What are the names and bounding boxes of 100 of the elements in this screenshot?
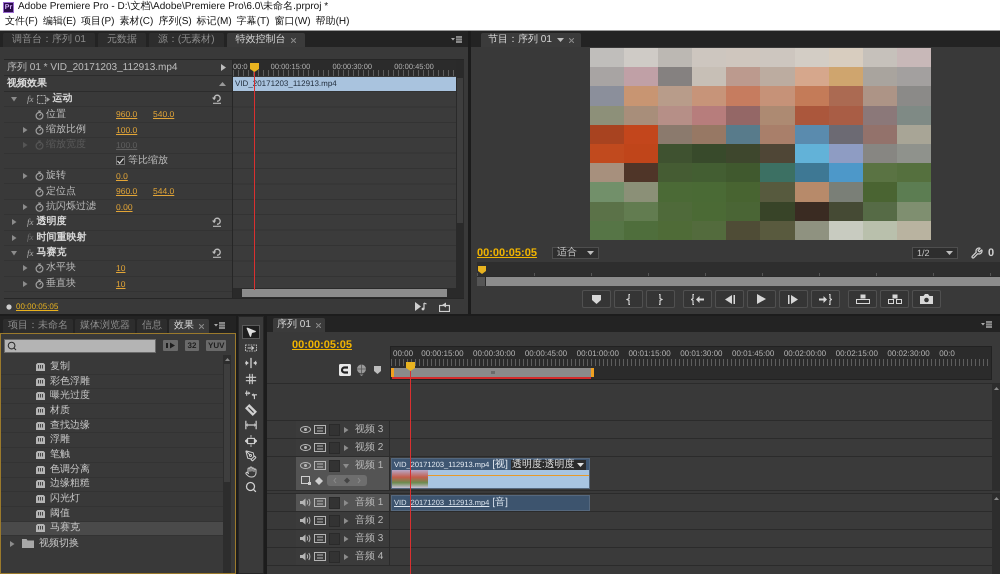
close-icon[interactable] [316, 322, 321, 328]
tool-button[interactable] [242, 402, 260, 416]
parameter-value[interactable]: 960.0 [116, 110, 138, 119]
go-to-in-button[interactable] [683, 290, 712, 308]
vertical-scrollbar[interactable] [992, 384, 1000, 491]
play-button[interactable] [747, 290, 776, 308]
caret-icon[interactable] [576, 462, 584, 466]
effect-list-item[interactable]: 浮雕 [1, 433, 223, 448]
menu-item[interactable]: 窗口(W) [274, 17, 311, 27]
panel-menu-icon[interactable] [451, 36, 462, 43]
parameter-value[interactable]: 544.0 [153, 187, 174, 196]
stopwatch-icon[interactable] [35, 263, 44, 274]
caret-icon[interactable] [586, 251, 594, 255]
triangle-toggle-icon[interactable] [221, 64, 226, 71]
disclosure-triangle-icon[interactable] [343, 518, 349, 524]
timecode[interactable]: 00:00:05:05 [477, 248, 537, 258]
panel-menu-icon[interactable] [214, 322, 225, 329]
close-icon[interactable] [568, 38, 574, 42]
scroll-up-arrow-icon[interactable] [224, 358, 230, 361]
caret-icon[interactable] [556, 38, 564, 42]
timecode[interactable]: 00:00:05:05 [292, 340, 390, 351]
vertical-scrollbar[interactable] [223, 355, 231, 573]
parameter-value[interactable]: 10 [116, 280, 126, 288]
effect-list-item[interactable]: 查找边缘 [1, 418, 223, 434]
menu-item[interactable]: 帮助(H) [316, 17, 350, 27]
keyframe-icon[interactable] [315, 476, 323, 484]
marker-icon[interactable] [374, 366, 381, 374]
step-forward-button[interactable] [779, 290, 808, 308]
eye-icon[interactable] [300, 444, 311, 451]
menu-item[interactable]: 编辑(E) [42, 17, 76, 27]
speaker-icon[interactable] [300, 552, 311, 561]
panel-menu-icon[interactable] [981, 321, 992, 328]
menu-item[interactable]: 标记(M) [196, 17, 232, 27]
stopwatch-icon[interactable] [35, 171, 44, 182]
parameter-value[interactable]: 100.0 [116, 126, 138, 134]
effect-list-item[interactable]: 闪光灯 [1, 492, 223, 507]
step-back-button[interactable] [715, 290, 744, 308]
playhead[interactable] [478, 266, 486, 274]
export-frame-button[interactable] [912, 290, 941, 308]
fx-toggle[interactable]: fx [27, 94, 34, 104]
display-style-icon[interactable] [301, 476, 311, 485]
checkbox[interactable] [116, 156, 125, 166]
effect-list-item[interactable]: 复制 [1, 360, 223, 375]
horizontal-scrollbar[interactable] [233, 288, 456, 298]
mark-out-button[interactable] [646, 290, 675, 308]
timecode[interactable]: 00:00:05:05 [16, 302, 58, 310]
effect-list-item[interactable]: 边缘粗糙 [1, 478, 223, 492]
play-audio-icon[interactable] [415, 302, 427, 311]
collapse-arrow-icon[interactable] [219, 82, 226, 86]
parameter-value[interactable]: 0.0 [116, 172, 128, 180]
speaker-icon[interactable] [300, 498, 311, 507]
panel-tab[interactable]: 媒体浏览器 [75, 319, 135, 333]
fx-toggle[interactable]: fx [27, 218, 34, 227]
filmstrip-icon[interactable] [314, 461, 326, 470]
disclosure-triangle-icon[interactable] [343, 554, 349, 560]
eye-icon[interactable] [300, 462, 311, 469]
menu-item[interactable]: 文件(F) [5, 17, 38, 27]
effect-list-item[interactable]: 色调分离 [1, 462, 223, 478]
filmstrip-icon[interactable] [314, 552, 326, 561]
reset-icon[interactable] [212, 217, 222, 228]
export-icon[interactable] [439, 302, 450, 312]
menu-item[interactable]: 素材(C) [119, 17, 154, 27]
globe-icon[interactable] [356, 364, 367, 376]
speaker-icon[interactable] [300, 534, 311, 543]
tool-button[interactable] [242, 434, 260, 448]
property-dropdown[interactable]: 透明度:透明度 [510, 460, 586, 470]
panel-tab[interactable]: 源：(无素材) [148, 33, 224, 47]
stopwatch-icon[interactable] [35, 202, 44, 212]
stopwatch-icon[interactable] [35, 186, 44, 197]
add-marker-button[interactable] [582, 290, 611, 308]
go-to-out-button[interactable] [811, 290, 840, 308]
menu-item[interactable]: 项目(P) [81, 17, 114, 27]
panel-tab[interactable]: 元数据 [98, 33, 146, 47]
disclosure-triangle-icon[interactable] [9, 540, 15, 547]
stopwatch-icon[interactable] [35, 110, 44, 120]
magnet-icon[interactable] [339, 364, 351, 376]
disclosure-triangle-icon[interactable] [22, 204, 28, 210]
disclosure-triangle-icon[interactable] [11, 96, 17, 102]
disclosure-triangle-icon[interactable] [11, 250, 17, 256]
panel-tab[interactable]: 特效控制台 [226, 33, 305, 47]
keyframe-navigator-icon[interactable] [327, 475, 367, 486]
effect-list-item[interactable]: 彩色浮雕 [1, 374, 223, 390]
reset-icon[interactable] [212, 94, 222, 104]
caret-icon[interactable] [946, 251, 953, 255]
disclosure-triangle-icon[interactable] [11, 219, 17, 226]
filmstrip-icon[interactable] [314, 443, 326, 452]
folder-item[interactable]: 视频切换 [1, 536, 223, 552]
fx-toggle[interactable]: fx [27, 248, 34, 258]
disclosure-triangle-icon[interactable] [343, 426, 349, 432]
wrench-icon[interactable] [971, 247, 983, 259]
accelerated-effects-icon[interactable] [163, 340, 178, 351]
disclosure-triangle-icon[interactable] [343, 536, 349, 542]
grip-icon[interactable] [490, 371, 494, 374]
scroll-up-arrow-icon[interactable] [994, 387, 998, 390]
speaker-icon[interactable] [300, 516, 311, 525]
effect-list-item[interactable]: 曝光过度 [1, 389, 223, 404]
disclosure-triangle-icon[interactable] [22, 280, 28, 287]
zoom-dropdown[interactable]: 适合 [552, 247, 599, 259]
effect-list-item[interactable]: 笔触 [1, 448, 223, 463]
resolution-dropdown[interactable]: 1/2 [912, 247, 958, 259]
